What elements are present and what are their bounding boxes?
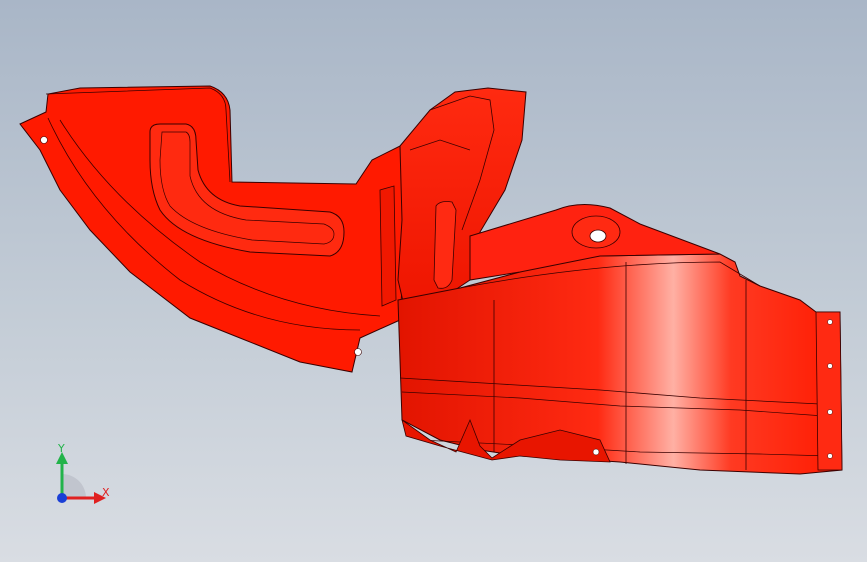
y-axis-label: Y xyxy=(57,442,65,455)
coordinate-triad: Y X xyxy=(56,442,110,504)
x-axis-label: X xyxy=(102,486,110,499)
z-axis-dot xyxy=(57,493,67,503)
3d-model-part[interactable] xyxy=(0,0,867,562)
graphics-viewport[interactable]: Y X xyxy=(0,0,867,562)
